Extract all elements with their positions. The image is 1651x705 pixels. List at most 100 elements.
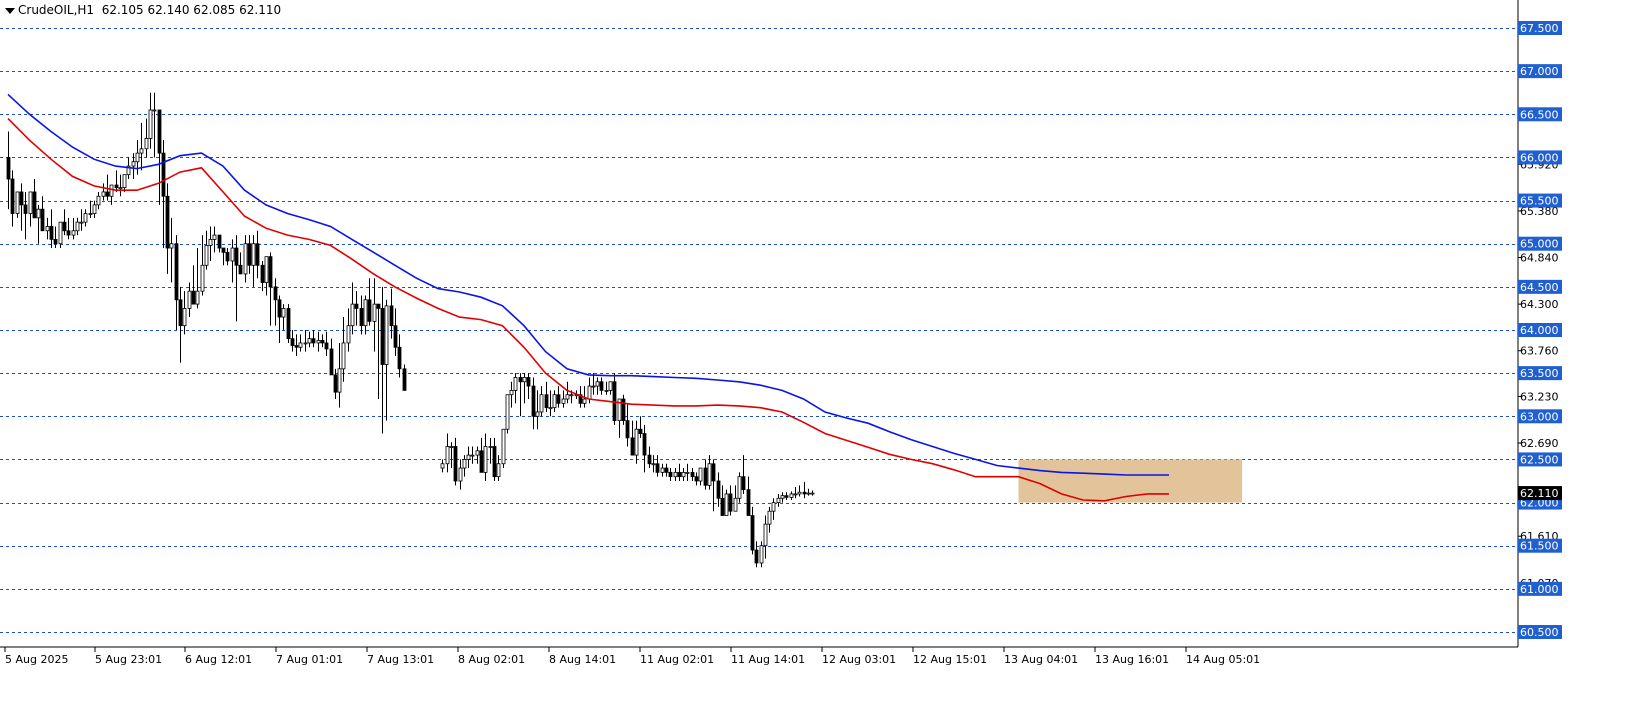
- candle-bear[interactable]: [518, 377, 523, 383]
- candle-bear[interactable]: [750, 515, 755, 551]
- candle-bull[interactable]: [83, 213, 88, 223]
- candle-bull[interactable]: [139, 148, 144, 154]
- candle-bear[interactable]: [544, 394, 549, 409]
- candle-bear[interactable]: [802, 491, 807, 495]
- candle-bull[interactable]: [483, 446, 488, 473]
- candle-bear[interactable]: [642, 433, 647, 456]
- candle-bull[interactable]: [591, 385, 596, 388]
- candle-bull[interactable]: [548, 407, 553, 410]
- candle-bull[interactable]: [96, 195, 101, 206]
- candle-bull[interactable]: [475, 450, 480, 456]
- candle-bull[interactable]: [363, 299, 368, 327]
- candle-bull[interactable]: [200, 264, 205, 292]
- candle-bull[interactable]: [681, 471, 686, 478]
- candle-bear[interactable]: [630, 437, 635, 456]
- candle-bull[interactable]: [763, 523, 768, 547]
- candle-bear[interactable]: [234, 247, 239, 266]
- candle-bear[interactable]: [397, 346, 402, 370]
- candle-bear[interactable]: [647, 454, 652, 465]
- candle-bull[interactable]: [298, 342, 303, 348]
- candle-bull[interactable]: [346, 325, 351, 344]
- candle-bear[interactable]: [599, 381, 604, 391]
- candle-bear[interactable]: [716, 480, 721, 499]
- candle-bull[interactable]: [462, 459, 467, 469]
- candle-bear[interactable]: [329, 348, 334, 376]
- candle-bear[interactable]: [6, 157, 11, 180]
- candle-bear[interactable]: [359, 308, 364, 327]
- candle-bear[interactable]: [174, 243, 179, 301]
- candle-bull[interactable]: [522, 377, 527, 383]
- candle-bull[interactable]: [230, 247, 235, 262]
- candle-bull[interactable]: [208, 238, 213, 246]
- candle-bear[interactable]: [694, 476, 699, 482]
- candle-bull[interactable]: [587, 385, 592, 400]
- candle-bull[interactable]: [131, 161, 136, 167]
- candle-bull[interactable]: [182, 308, 187, 327]
- candle-bull[interactable]: [539, 394, 544, 413]
- candle-bear[interactable]: [728, 493, 733, 512]
- candle-bear[interactable]: [754, 549, 759, 564]
- candle-bear[interactable]: [225, 251, 230, 262]
- candle-bear[interactable]: [165, 195, 170, 249]
- candle-bull[interactable]: [651, 463, 656, 466]
- candle-bear[interactable]: [53, 238, 58, 245]
- candle-bear[interactable]: [217, 234, 222, 249]
- candle-bear[interactable]: [105, 191, 110, 197]
- candle-bear[interactable]: [32, 191, 37, 219]
- candle-bull[interactable]: [204, 245, 209, 266]
- candle-bull[interactable]: [243, 243, 248, 275]
- candle-bull[interactable]: [806, 492, 811, 495]
- candle-bull[interactable]: [118, 187, 123, 190]
- candle-bull[interactable]: [737, 476, 742, 499]
- candle-bull[interactable]: [513, 377, 518, 391]
- candle-bear[interactable]: [741, 476, 746, 491]
- candle-bull[interactable]: [15, 191, 20, 214]
- candle-bear[interactable]: [311, 338, 316, 344]
- candle-bear[interactable]: [333, 374, 338, 393]
- candle-bull[interactable]: [303, 342, 308, 345]
- candle-bear[interactable]: [221, 247, 226, 253]
- candle-bear[interactable]: [625, 420, 630, 439]
- candle-bear[interactable]: [260, 264, 265, 283]
- candle-bull[interactable]: [505, 394, 510, 430]
- candle-bear[interactable]: [746, 489, 751, 516]
- candle-bull[interactable]: [58, 221, 63, 245]
- candle-bear[interactable]: [677, 471, 682, 478]
- candle-bull[interactable]: [660, 467, 665, 473]
- candle-bull[interactable]: [307, 338, 312, 344]
- candle-bull[interactable]: [79, 221, 84, 224]
- candle-bull[interactable]: [341, 342, 346, 370]
- candle-bull[interactable]: [337, 368, 342, 393]
- candle-bull[interactable]: [251, 243, 256, 266]
- candle-bull[interactable]: [92, 204, 97, 214]
- price-axis[interactable]: 65.92065.38064.84064.30063.76063.23062.6…: [1518, 0, 1651, 705]
- candle-bear[interactable]: [255, 243, 260, 266]
- candle-bull[interactable]: [552, 394, 557, 409]
- candle-bull[interactable]: [565, 394, 570, 400]
- candle-bull[interactable]: [449, 446, 454, 448]
- candle-bull[interactable]: [195, 290, 200, 305]
- candle-bear[interactable]: [479, 450, 484, 473]
- candle-bear[interactable]: [62, 221, 67, 232]
- candle-bull[interactable]: [793, 493, 798, 496]
- symbol-menu-icon[interactable]: [5, 7, 15, 14]
- candle-bear[interactable]: [324, 342, 329, 350]
- candle-bear[interactable]: [389, 305, 394, 327]
- candle-bear[interactable]: [290, 338, 295, 346]
- candle-bull[interactable]: [789, 493, 794, 498]
- candle-bear[interactable]: [376, 303, 381, 309]
- candle-bear[interactable]: [286, 308, 291, 340]
- candle-bear[interactable]: [402, 368, 407, 391]
- candle-bull[interactable]: [771, 502, 776, 512]
- candle-bull[interactable]: [470, 454, 475, 457]
- candle-bull[interactable]: [776, 497, 781, 503]
- candle-bear[interactable]: [655, 463, 660, 473]
- candle-bear[interactable]: [114, 184, 119, 189]
- candle-bull[interactable]: [169, 243, 174, 249]
- candle-bear[interactable]: [638, 428, 643, 434]
- candle-bull[interactable]: [264, 256, 269, 283]
- candle-bear[interactable]: [612, 381, 617, 421]
- candle-bull[interactable]: [28, 191, 33, 214]
- candle-bull[interactable]: [810, 492, 815, 495]
- candle-bull[interactable]: [535, 411, 540, 417]
